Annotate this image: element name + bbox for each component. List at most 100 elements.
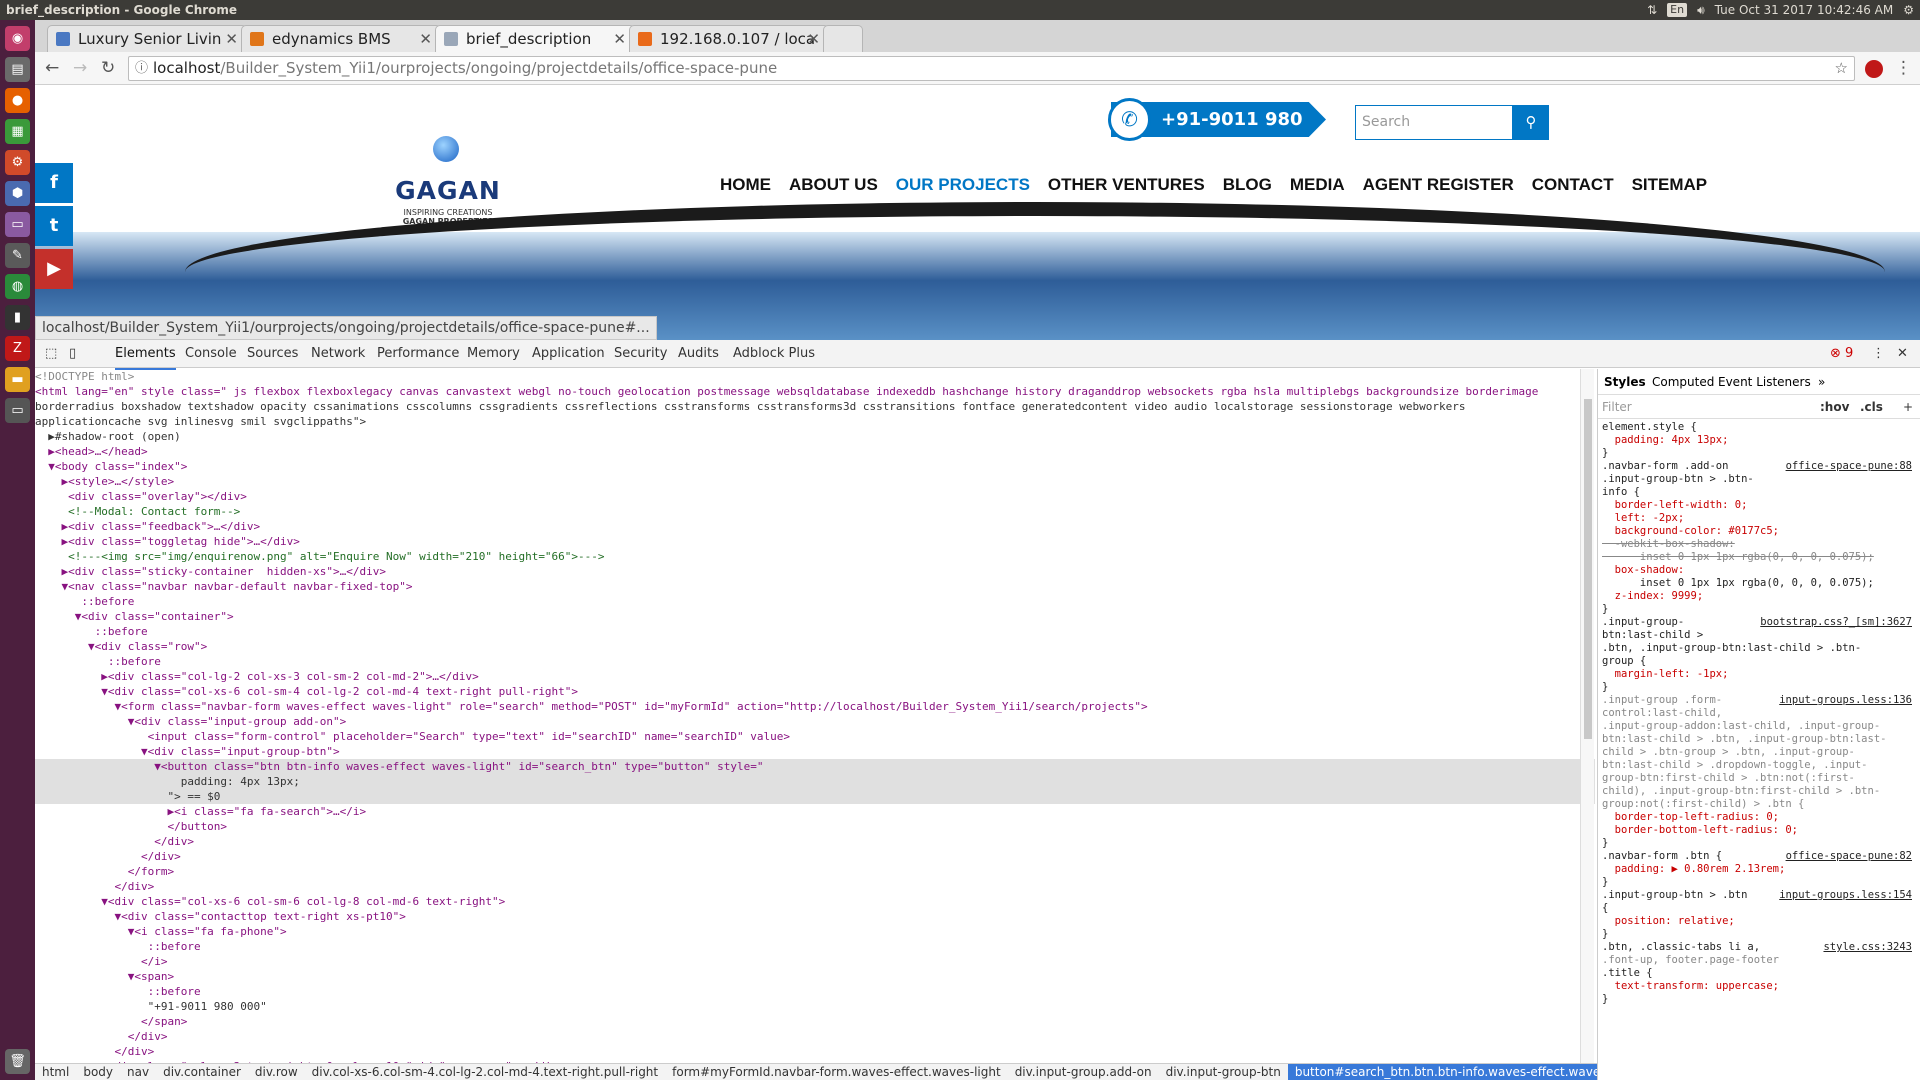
dom-node-line[interactable]: ▶<i class="fa fa-search">…</i>	[35, 804, 1595, 819]
css-rule-line[interactable]: .title {	[1602, 967, 1916, 980]
css-rule-line[interactable]: inset 0 1px 1px rgba(0, 0, 0, 0.075);	[1602, 577, 1916, 590]
inspect-element-icon[interactable]: ⬚	[45, 340, 57, 368]
close-tab-icon[interactable]: ✕	[419, 26, 432, 52]
browser-tab[interactable]: Luxury Senior Livin ✕	[47, 25, 247, 52]
css-rule-line[interactable]: .input-group-btn > .btn-	[1602, 473, 1916, 486]
css-rule-line[interactable]: }	[1602, 603, 1916, 616]
add-rule-icon[interactable]: +	[1903, 395, 1913, 419]
editor-icon[interactable]: ✎	[5, 243, 30, 268]
dom-node-line[interactable]: padding: 4px 13px;	[35, 774, 1595, 789]
breadcrumb-item[interactable]: button#search_btn.btn.btn-info.waves-eff…	[1287, 1064, 1597, 1080]
css-rule-line[interactable]: background-color: #0177c5;	[1602, 525, 1916, 538]
volume-icon[interactable]: 🔊︎	[1697, 0, 1705, 20]
devtools-tab-audits[interactable]: Audits	[678, 340, 719, 368]
breadcrumb-item[interactable]: body	[76, 1064, 120, 1080]
browser-tab[interactable]: edynamics BMS ✕	[241, 25, 441, 52]
keyboard-indicator[interactable]: En	[1667, 3, 1688, 17]
error-count-badge[interactable]: ⊗ 9	[1830, 340, 1853, 368]
dom-node-line[interactable]: ▶<div class="toggletag hide">…</div>	[35, 534, 1595, 549]
dom-node-line[interactable]: ▼<div class="input-group add-on">	[35, 714, 1595, 729]
css-rule-line[interactable]: btn:last-child > .btn, .input-group-btn:…	[1602, 733, 1916, 746]
dom-node-line[interactable]: ▼<i class="fa fa-phone">	[35, 924, 1595, 939]
css-rule-line[interactable]: .input-group-addon:last-child, .input-gr…	[1602, 720, 1916, 733]
folder-icon[interactable]: ▬	[5, 367, 30, 392]
terminal-icon[interactable]: ▮	[5, 305, 30, 330]
css-rule-line[interactable]: .navbar-form .add-on office-space-pune:88	[1602, 460, 1916, 473]
css-rule-line[interactable]: position: relative;	[1602, 915, 1916, 928]
css-rule-line[interactable]: text-transform: uppercase;	[1602, 980, 1916, 993]
devtools-tab-network[interactable]: Network	[311, 340, 365, 368]
css-rule-line[interactable]: padding: 4px 13px;	[1602, 434, 1916, 447]
dom-node-line[interactable]: ▼<nav class="navbar navbar-default navba…	[35, 579, 1595, 594]
dom-node-line[interactable]: </span>	[35, 1014, 1595, 1029]
css-rule-line[interactable]: left: -2px;	[1602, 512, 1916, 525]
css-source-link[interactable]: input-groups.less:136	[1779, 694, 1912, 707]
dom-node-line[interactable]: <div class="overlay"></div>	[35, 489, 1595, 504]
tab-styles[interactable]: Styles	[1604, 369, 1646, 395]
dom-node-line[interactable]: </div>	[35, 1044, 1595, 1059]
css-rule-line[interactable]: .input-group-btn > .btn input-groups.less…	[1602, 889, 1916, 902]
css-rule-line[interactable]: }	[1602, 837, 1916, 850]
dom-node-line[interactable]: <!---<img src="img/enquirenow.png" alt="…	[35, 549, 1595, 564]
breadcrumb-item[interactable]: nav	[120, 1064, 156, 1080]
clock[interactable]: Tue Oct 31 2017 10:42:46 AM	[1715, 0, 1894, 20]
css-source-link[interactable]: office-space-pune:88	[1786, 460, 1912, 473]
nav-item-agent-register[interactable]: AGENT REGISTER	[1354, 174, 1523, 210]
dom-node-line[interactable]: ▼<div class="input-group-btn">	[35, 744, 1595, 759]
css-rule-line[interactable]: group {	[1602, 655, 1916, 668]
css-rule-line[interactable]: .font-up, footer.page-footer	[1602, 954, 1916, 967]
dom-node-line[interactable]: <!--Modal: Contact form-->	[35, 504, 1595, 519]
settings-icon[interactable]: ⚙	[5, 150, 30, 175]
hov-toggle[interactable]: :hov	[1820, 395, 1849, 419]
breadcrumb-item[interactable]: div.col-xs-6.col-sm-4.col-lg-2.col-md-4.…	[305, 1064, 665, 1080]
dom-node-line[interactable]: ::before	[35, 984, 1595, 999]
css-rule-line[interactable]: }	[1602, 928, 1916, 941]
new-tab-button[interactable]	[823, 25, 863, 52]
nav-item-contact[interactable]: CONTACT	[1523, 174, 1623, 210]
css-rule-line[interactable]: -webkit-box-shadow:	[1602, 538, 1916, 551]
facebook-icon[interactable]: f	[35, 163, 73, 203]
browser-tab[interactable]: 192.168.0.107 / loca ✕	[629, 25, 829, 52]
dom-node-line[interactable]: ▼<body class="index">	[35, 459, 1595, 474]
css-rule-line[interactable]: .input-group-bootstrap.css?_[sm]:3627	[1602, 616, 1916, 629]
dom-node-line[interactable]: ▼<form class="navbar-form waves-effect w…	[35, 699, 1595, 714]
document-icon[interactable]: ▦	[5, 119, 30, 144]
css-rule-line[interactable]: {	[1602, 902, 1916, 915]
css-rule-line[interactable]: .btn, .input-group-btn:last-child > .btn…	[1602, 642, 1916, 655]
devtools-tab-adblock[interactable]: Adblock Plus	[733, 340, 815, 368]
chrome-icon[interactable]: ◍	[5, 274, 30, 299]
css-rule-line[interactable]: }	[1602, 876, 1916, 889]
youtube-icon[interactable]: ▶	[35, 249, 73, 289]
css-rule-line[interactable]: info {	[1602, 486, 1916, 499]
filezilla-icon[interactable]: Z	[5, 336, 30, 361]
twitter-icon[interactable]: t	[35, 206, 73, 246]
dom-node-line[interactable]: ▶<style>…</style>	[35, 474, 1595, 489]
dom-node-line[interactable]: ::before	[35, 939, 1595, 954]
disk-icon[interactable]: ▭	[5, 398, 30, 423]
dom-node-line[interactable]: ▶<head>…</head>	[35, 444, 1595, 459]
trash-icon[interactable]: 🗑︎	[5, 1049, 30, 1074]
dom-node-line[interactable]: ▼<div class="contacttop text-right xs-pt…	[35, 909, 1595, 924]
dash-icon[interactable]: ◉	[5, 26, 30, 51]
css-rule-line[interactable]: .navbar-form .btn {office-space-pune:82	[1602, 850, 1916, 863]
dom-node-line[interactable]: applicationcache svg inlinesvg smil svgc…	[35, 414, 1595, 429]
css-rule-line[interactable]: child), .input-group-btn:first-child > .…	[1602, 785, 1916, 798]
dom-node-line[interactable]: ▶#shadow-root (open)	[35, 429, 1595, 444]
app-icon[interactable]: ▭	[5, 212, 30, 237]
device-toolbar-icon[interactable]: ▯	[69, 340, 76, 368]
dom-node-line[interactable]: "> == $0	[35, 789, 1595, 804]
css-rule-line[interactable]: }	[1602, 993, 1916, 1006]
close-tab-icon[interactable]: ✕	[613, 26, 626, 52]
dom-node-line[interactable]: borderradius boxshadow textshadow opacit…	[35, 399, 1595, 414]
css-rule-line[interactable]: padding: ▶ 0.80rem 2.13rem;	[1602, 863, 1916, 876]
dom-node-line[interactable]: </div>	[35, 879, 1595, 894]
dom-node-line[interactable]: </div>	[35, 1029, 1595, 1044]
css-rule-line[interactable]: group-btn:first-child > .btn:not(:first-	[1602, 772, 1916, 785]
chrome-menu-icon[interactable]: ⋮	[1895, 58, 1912, 78]
dom-node-line[interactable]: </div>	[35, 834, 1595, 849]
dom-node-line[interactable]: </form>	[35, 864, 1595, 879]
dom-node-line[interactable]: <input class="form-control" placeholder=…	[35, 729, 1595, 744]
dom-node-line[interactable]: ▶<div class="col-lg-2 col-xs-3 col-sm-2 …	[35, 669, 1595, 684]
css-rule-line[interactable]: border-left-width: 0;	[1602, 499, 1916, 512]
css-rule-line[interactable]: .input-group .form-input-groups.less:136	[1602, 694, 1916, 707]
